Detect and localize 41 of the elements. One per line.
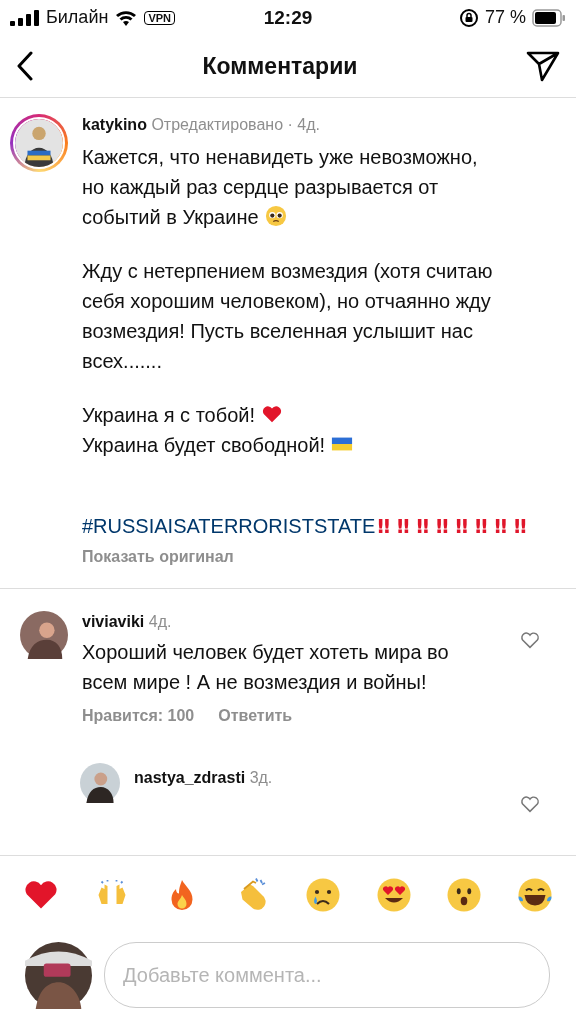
comment-text: Кажется, что ненавидеть уже невозможно, [82,146,478,168]
comment-text: Хороший человек будет хотеть мира во всем мире ! А не возмездия и войны! [82,640,450,695]
heart-icon [261,403,283,425]
comment-time: 3д. [249,769,273,786]
back-icon[interactable] [16,51,34,81]
hashtag-text: #RUSSIAISATERRORISTSTATE‼ ‼ ‼ ‼ ‼ ‼ ‼ ‼ [82,515,527,537]
comment-meta: Отредактировано · 4д. [151,116,320,133]
comment-text: но каждый раз сердце разрывается от [82,176,439,198]
username[interactable]: katykino [82,116,147,133]
avatar[interactable] [25,941,92,1009]
battery-icon [532,8,566,27]
surprised-face-icon[interactable] [446,877,483,913]
comment-text: Украина я с тобой! [82,404,255,426]
comment-text: себя хорошим человеком), но отчаянно жду [82,290,491,312]
avatar[interactable] [13,117,65,169]
vpn-badge: VPN [144,10,175,25]
like-icon[interactable] [520,795,540,813]
heart-eyes-face-icon[interactable] [375,877,412,913]
rotation-lock-icon [458,7,479,28]
comment-text: возмездия! Пусть вселенная услышит нас [82,320,473,342]
comment-text: событий в Украине [82,206,259,228]
signal-icon [10,9,40,26]
carrier-name: Билайн [46,7,109,28]
comment-text: всех....... [82,350,162,372]
laughing-face-icon[interactable] [516,877,553,913]
comment-time: 4д. [148,613,172,630]
wifi-icon [114,8,139,27]
like-icon[interactable] [520,631,540,649]
crying-face-icon[interactable] [305,877,342,913]
username[interactable]: viviaviki [82,613,145,630]
page-title: Комментарии [202,52,358,80]
comment-input[interactable]: Добавьте коммента... [104,942,550,1008]
avatar[interactable] [20,611,68,659]
send-icon[interactable] [526,50,560,82]
battery-percent: 77 % [484,7,526,28]
comment-text: Украина будет свободной! [82,434,326,456]
pleading-face-icon [264,205,287,227]
avatar[interactable] [80,763,120,803]
username[interactable]: nastya_zdrasti [134,769,246,786]
clock-time: 12:29 [263,6,313,29]
comment-text: Жду с нетерпением возмездия (хотя считаю [82,260,493,282]
